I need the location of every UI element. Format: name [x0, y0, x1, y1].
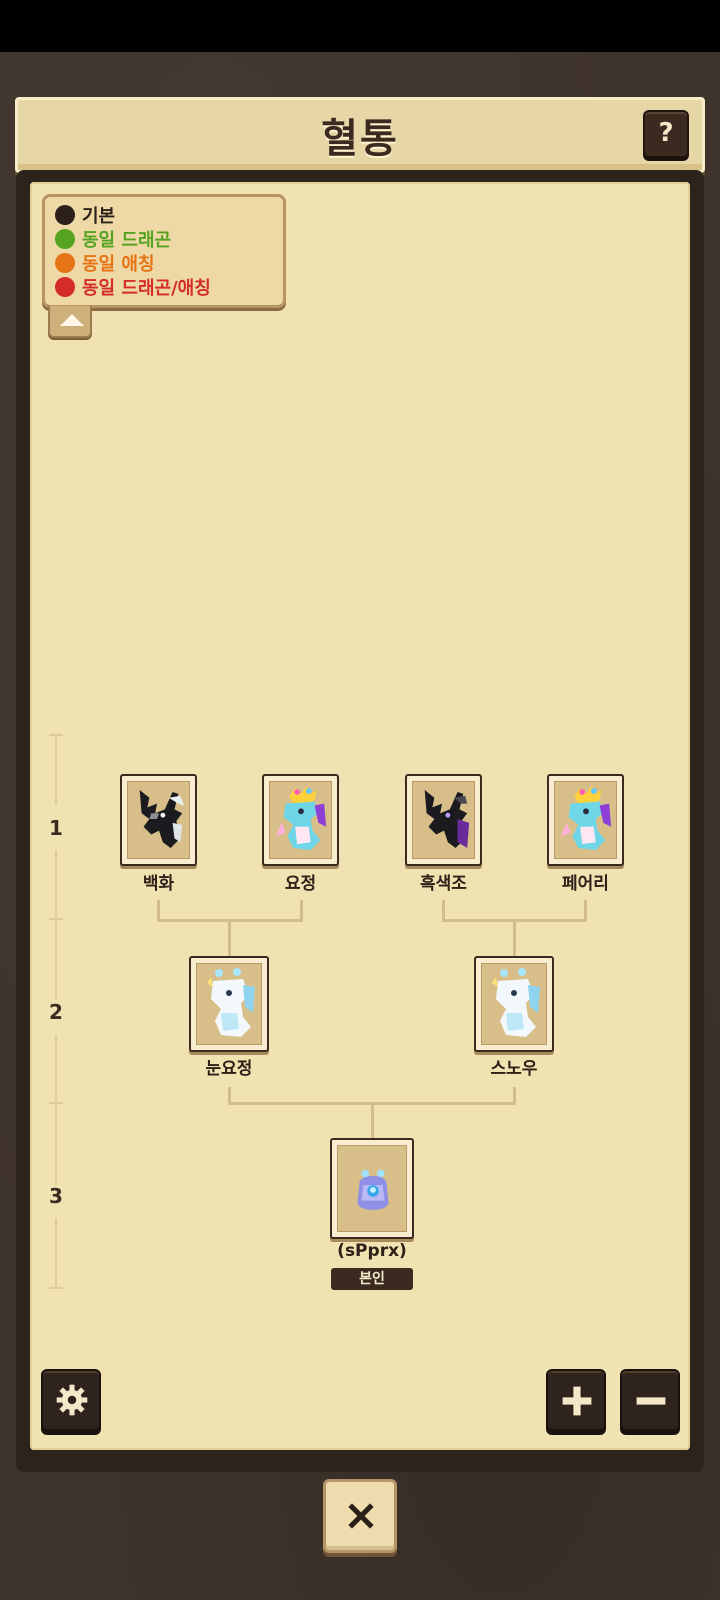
- generation-label: 2: [49, 1000, 63, 1024]
- dragon-card-snow[interactable]: [474, 956, 554, 1052]
- dragon-name: 페어리: [562, 874, 609, 894]
- ruler-line: [55, 850, 57, 1000]
- close-button[interactable]: [323, 1479, 397, 1553]
- ruler-line: [55, 1035, 57, 1185]
- help-icon: ?: [658, 118, 674, 148]
- fairy-dragon-icon: [275, 786, 327, 850]
- legend-dot-same-dragon: [55, 229, 75, 249]
- self-badge: 본인: [331, 1268, 413, 1290]
- tree-connector: [513, 919, 516, 959]
- close-icon: [348, 1503, 374, 1529]
- gear-icon: [56, 1384, 88, 1416]
- legend-item-basic: 기본: [55, 203, 115, 227]
- black-purple-dragon-icon: [424, 790, 470, 849]
- zoom-out-button[interactable]: [620, 1369, 680, 1431]
- plus-icon: [562, 1386, 592, 1416]
- minus-icon: [636, 1397, 666, 1405]
- dragon-name-self: (sPprx): [337, 1241, 407, 1261]
- legend-label: 동일 애칭: [82, 254, 155, 275]
- legend-item-same-nickname: 동일 애칭: [55, 251, 155, 275]
- dragon-card-fairy[interactable]: [547, 774, 624, 866]
- snow-fairy-dragon-icon: [207, 968, 255, 1037]
- legend-dot-same-both: [55, 277, 75, 297]
- generation-label: 3: [49, 1184, 63, 1208]
- legend-dot-same-nickname: [55, 253, 75, 273]
- ruler-tick: [49, 734, 63, 736]
- fairy-dragon-icon: [560, 786, 612, 850]
- legend-dot-basic: [55, 205, 75, 225]
- dragon-card-yojeong[interactable]: [262, 774, 339, 866]
- settings-button[interactable]: [41, 1369, 101, 1431]
- dragon-name: 백화: [142, 874, 175, 894]
- zoom-in-button[interactable]: [546, 1369, 606, 1431]
- ruler-tick: [49, 1287, 63, 1289]
- chevron-up-icon: [60, 314, 84, 326]
- ruler-line: [55, 735, 57, 805]
- help-button[interactable]: ?: [643, 110, 689, 158]
- title-plaque: 혈통 ?: [15, 97, 705, 173]
- dragon-card-nunyojeong[interactable]: [189, 956, 269, 1052]
- legend-label: 기본: [82, 206, 116, 227]
- dragon-name: 요정: [284, 874, 317, 894]
- legend-item-same-both: 동일 드래곤/애칭: [55, 275, 211, 299]
- legend-label: 동일 드래곤: [82, 230, 172, 251]
- tree-connector: [228, 919, 231, 959]
- status-bar: [0, 0, 720, 52]
- generation-label: 1: [49, 816, 63, 840]
- legend-label: 동일 드래곤/애칭: [82, 278, 211, 299]
- dragon-name: 스노우: [490, 1059, 538, 1079]
- dragon-card-baekhwa[interactable]: [120, 774, 197, 866]
- page-title: 혈통: [321, 116, 399, 162]
- snow-fairy-dragon-icon: [492, 968, 540, 1037]
- dragon-egg-icon: [357, 1169, 389, 1210]
- ruler-tick: [49, 918, 63, 920]
- dragon-name: 눈요정: [205, 1059, 253, 1079]
- ruler-tick: [49, 1102, 63, 1104]
- dragon-card-heuksaekjo[interactable]: [405, 774, 482, 866]
- legend-collapse-button[interactable]: [48, 306, 92, 338]
- black-white-dragon-icon: [139, 790, 185, 849]
- legend-panel: 기본 동일 드래곤 동일 애칭 동일 드래곤/애칭: [42, 194, 286, 308]
- ruler-line: [55, 1218, 57, 1288]
- tree-connector: [371, 1102, 374, 1140]
- legend-item-same-dragon: 동일 드래곤: [55, 227, 171, 251]
- dragon-name: 흑색조: [420, 874, 467, 894]
- dragon-card-self[interactable]: [330, 1138, 414, 1239]
